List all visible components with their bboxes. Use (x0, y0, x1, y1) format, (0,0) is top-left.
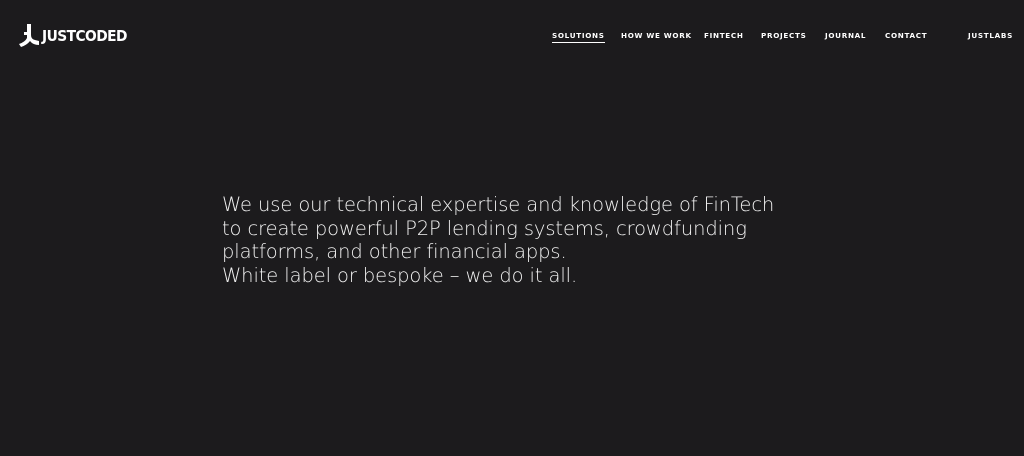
nav-item-journal[interactable]: JOURNAL (825, 31, 866, 41)
main-nav: SOLUTIONS HOW WE WORK FINTECH PROJECTS J… (0, 31, 1024, 43)
nav-item-solutions[interactable]: SOLUTIONS (552, 31, 605, 43)
hero-text: We use our technical expertise and knowl… (222, 193, 802, 287)
nav-item-projects[interactable]: PROJECTS (761, 31, 806, 41)
site-header: JUSTCODED SOLUTIONS HOW WE WORK FINTECH … (0, 0, 1024, 72)
hero-line: We use our technical expertise and knowl… (222, 193, 775, 216)
hero-line: to create powerful P2P lending systems, … (222, 216, 747, 240)
nav-item-contact[interactable]: CONTACT (885, 31, 927, 41)
nav-item-fintech[interactable]: FINTECH (704, 31, 744, 41)
nav-item-how-we-work[interactable]: HOW WE WORK (621, 31, 692, 41)
nav-item-justlabs[interactable]: JUSTLABS (968, 31, 1013, 41)
hero-line: White label or bespoke – we do it all. (222, 263, 578, 287)
hero-line: platforms, and other financial apps. (222, 240, 567, 263)
